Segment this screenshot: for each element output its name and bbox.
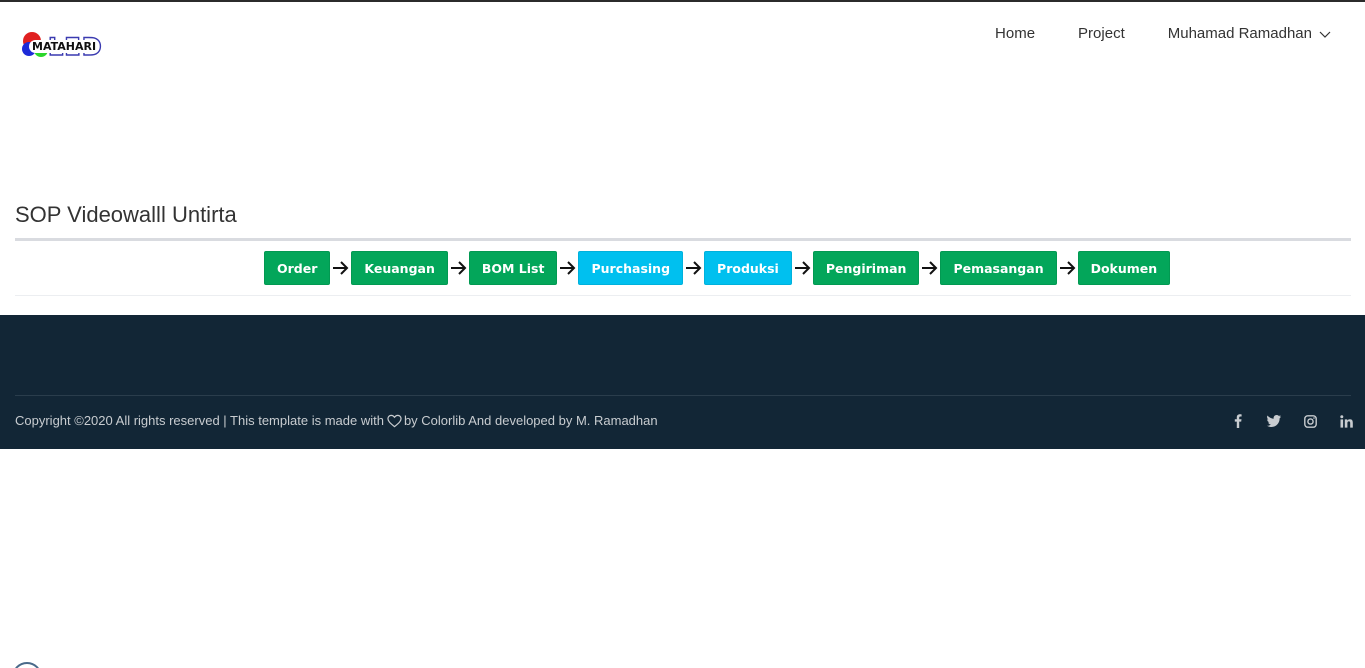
twitter-icon[interactable] [1267,414,1281,428]
logo-brand-text: MATAHARI [29,40,100,53]
copyright-before: Copyright ©2020 All rights reserved | Th… [15,413,384,428]
nav-user-label: Muhamad Ramadhan [1167,25,1312,42]
step-bom-list-button[interactable]: BOM List [468,251,558,285]
arrow-right-icon [448,261,469,275]
copyright-text: Copyright ©2020 All rights reserved | Th… [15,413,658,428]
site-header: LED MATAHARI Home Project Muhamad Ramadh… [0,2,1365,82]
arrow-right-icon [792,261,813,275]
instagram-icon[interactable] [1303,414,1317,428]
arrow-right-icon [1057,261,1078,275]
step-keuangan-button[interactable]: Keuangan [351,251,448,285]
sop-flow-card: Order Keuangan BOM List Purchasing Produ… [15,238,1351,296]
nav-home[interactable]: Home [995,25,1035,42]
chevron-down-icon [1319,31,1331,38]
step-dokumen-button[interactable]: Dokumen [1077,251,1171,285]
arrow-right-icon [330,261,351,275]
nav-project[interactable]: Project [1078,25,1125,42]
step-order-button[interactable]: Order [264,251,331,285]
nav-project-label: Project [1078,25,1125,42]
step-produksi-button[interactable]: Produksi [704,251,792,285]
sop-flow: Order Keuangan BOM List Purchasing Produ… [264,251,1171,285]
step-pemasangan-button[interactable]: Pemasangan [940,251,1057,285]
step-purchasing-button[interactable]: Purchasing [578,251,684,285]
copyright-after: by Colorlib And developed by M. Ramadhan [403,413,658,428]
matahari-led-logo[interactable]: LED MATAHARI [20,30,120,64]
heart-icon [387,414,402,427]
linkedin-icon[interactable] [1339,414,1353,428]
step-pengiriman-button[interactable]: Pengiriman [812,251,920,285]
facebook-icon[interactable] [1231,414,1245,428]
floating-badge[interactable] [12,662,42,668]
footer-divider [15,395,1351,396]
site-footer: Copyright ©2020 All rights reserved | Th… [0,315,1365,449]
arrow-right-icon [683,261,704,275]
social-links [1209,414,1353,428]
nav-home-label: Home [995,25,1036,42]
nav-user-menu[interactable]: Muhamad Ramadhan [1168,25,1331,42]
arrow-right-icon [557,261,578,275]
main-nav: Home Project Muhamad Ramadhan [952,25,1331,42]
arrow-right-icon [919,261,940,275]
page-title: SOP Videowalll Untirta [15,202,237,227]
